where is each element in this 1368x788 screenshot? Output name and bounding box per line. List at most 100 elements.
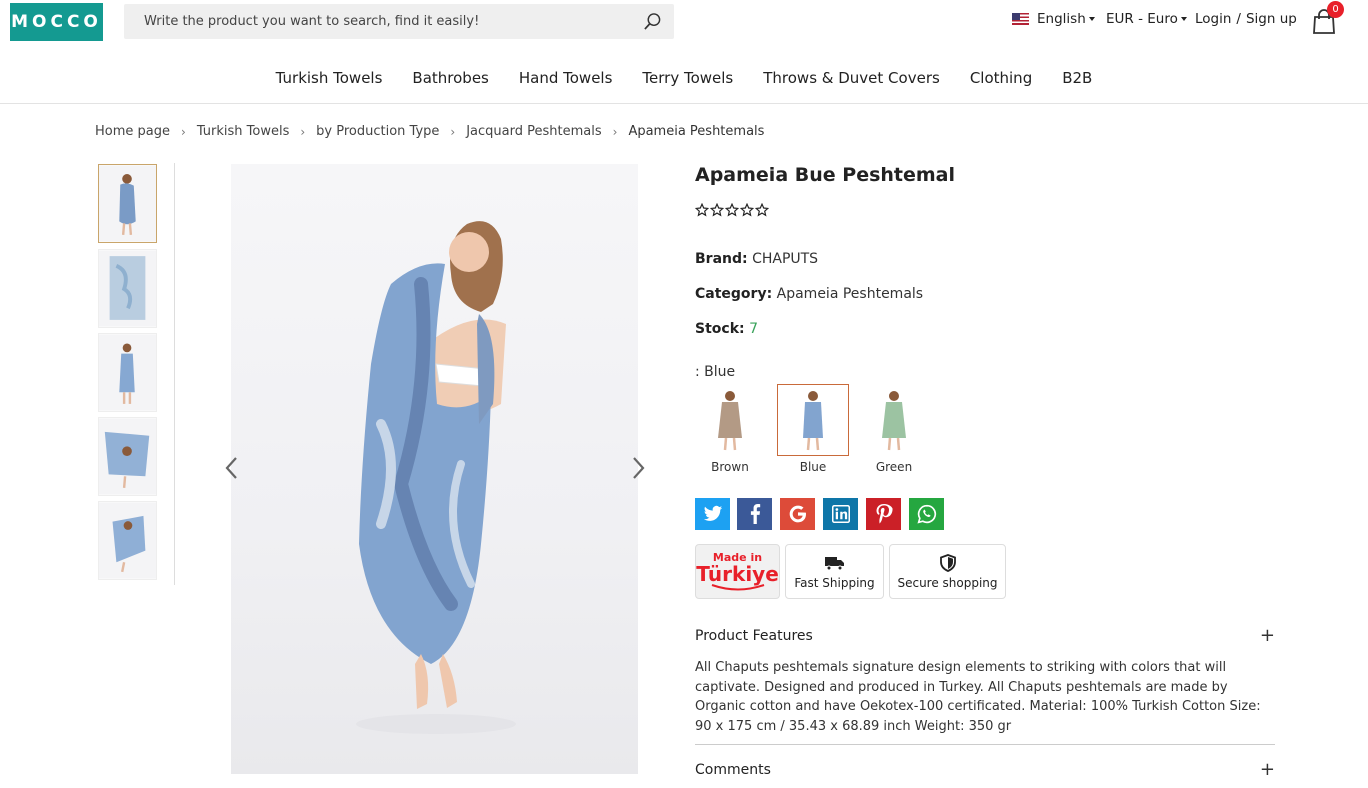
prev-image-button[interactable] <box>222 455 240 481</box>
smile-swoosh-icon <box>711 584 764 591</box>
green-variant-image <box>882 391 906 451</box>
plus-icon[interactable]: + <box>1260 761 1275 779</box>
color-option-green[interactable]: Green <box>858 384 930 474</box>
thumbnail-rail <box>97 163 175 585</box>
product-features-header[interactable]: Product Features + <box>695 627 1275 645</box>
main-product-image[interactable] <box>231 164 638 774</box>
search-bar <box>124 4 674 39</box>
product-photo <box>356 221 516 734</box>
brand-value[interactable]: CHAPUTS <box>752 251 818 267</box>
breadcrumb-production-type[interactable]: by Production Type <box>316 124 439 139</box>
whatsapp-icon <box>916 504 936 524</box>
brand-label: Brand: <box>695 251 748 267</box>
chevron-left-icon <box>225 457 237 479</box>
star-icon[interactable] <box>710 203 724 217</box>
main-nav: Turkish Towels Bathrobes Hand Towels Ter… <box>0 60 1368 104</box>
chevron-right-icon: › <box>612 124 618 139</box>
color-option-brown[interactable]: Brown <box>694 384 766 474</box>
pinterest-icon <box>876 504 893 524</box>
product-features-section: Product Features + All Chaputs peshtemal… <box>695 627 1275 746</box>
thumbnail-2[interactable] <box>98 249 157 328</box>
truck-icon <box>824 557 844 571</box>
nav-item-terry-towels[interactable]: Terry Towels <box>627 60 748 96</box>
nav-item-hand-towels[interactable]: Hand Towels <box>504 60 628 96</box>
share-pinterest-button[interactable] <box>866 498 901 530</box>
turkiye-text: Türkiye <box>696 562 779 586</box>
product-title: Apameia Bue Peshtemal <box>695 164 956 186</box>
comments-title: Comments <box>695 762 771 778</box>
category-row: Category: Apameia Peshtemals <box>695 286 923 302</box>
auth-links: Login / Sign up <box>1195 11 1297 27</box>
nav-item-turkish-towels[interactable]: Turkish Towels <box>261 60 398 96</box>
star-icon[interactable] <box>695 203 709 217</box>
breadcrumb: Home page › Turkish Towels › by Producti… <box>95 124 764 139</box>
star-icon[interactable] <box>755 203 769 217</box>
brown-variant-image <box>718 391 742 451</box>
breadcrumb-home[interactable]: Home page <box>95 124 170 139</box>
chevron-right-icon <box>633 457 645 479</box>
star-icon[interactable] <box>740 203 754 217</box>
fast-shipping-badge: Fast Shipping <box>785 544 884 599</box>
color-option-label: Blue <box>799 460 827 474</box>
color-option-label: Brown <box>711 460 749 474</box>
facebook-icon <box>750 504 760 524</box>
color-option-blue[interactable]: Blue <box>777 384 849 474</box>
twitter-icon <box>703 505 722 521</box>
breadcrumb-current: Apameia Peshtemals <box>628 124 765 139</box>
category-value[interactable]: Apameia Peshtemals <box>777 286 923 302</box>
share-twitter-button[interactable] <box>695 498 730 530</box>
share-whatsapp-button[interactable] <box>909 498 944 530</box>
category-label: Category: <box>695 286 773 302</box>
stock-value: 7 <box>749 321 758 337</box>
color-option-label: Green <box>875 460 913 474</box>
chevron-right-icon: › <box>300 124 306 139</box>
made-in-turkiye-badge: Made in Türkiye <box>695 544 780 599</box>
thumbnail-4[interactable] <box>98 417 157 496</box>
product-features-title: Product Features <box>695 628 813 644</box>
language-selector[interactable]: English <box>1012 11 1095 27</box>
shield-icon <box>939 554 956 572</box>
site-logo[interactable]: MOCCO <box>10 3 103 41</box>
chevron-down-icon <box>1088 17 1095 21</box>
chevron-right-icon: › <box>181 124 186 139</box>
comments-header[interactable]: Comments + <box>695 761 1275 779</box>
breadcrumb-jacquard[interactable]: Jacquard Peshtemals <box>466 124 601 139</box>
next-image-button[interactable] <box>630 455 648 481</box>
secure-shopping-badge: Secure shopping <box>889 544 1006 599</box>
nav-item-bathrobes[interactable]: Bathrobes <box>397 60 503 96</box>
search-input[interactable] <box>144 14 642 29</box>
brand-row: Brand: CHAPUTS <box>695 251 818 267</box>
share-linkedin-button[interactable] <box>823 498 858 530</box>
thumbnail-1[interactable] <box>98 164 157 243</box>
search-icon[interactable] <box>642 12 662 32</box>
auth-separator: / <box>1236 11 1241 27</box>
cart-count-badge: 0 <box>1327 1 1344 18</box>
secure-shopping-label: Secure shopping <box>897 576 998 590</box>
nav-item-throws-duvet[interactable]: Throws & Duvet Covers <box>748 60 955 96</box>
comments-section: Comments + <box>695 761 1275 779</box>
breadcrumb-turkish-towels[interactable]: Turkish Towels <box>197 124 290 139</box>
us-flag-icon <box>1012 13 1029 25</box>
selected-color-label: : Blue <box>695 364 736 380</box>
thumbnail-5[interactable] <box>98 501 157 580</box>
stock-row: Stock: 7 <box>695 321 758 337</box>
login-link[interactable]: Login <box>1195 11 1231 27</box>
stock-label: Stock: <box>695 321 745 337</box>
chevron-down-icon <box>1180 17 1187 21</box>
currency-selector[interactable]: EUR - Euro <box>1106 11 1187 27</box>
star-icon[interactable] <box>725 203 739 217</box>
nav-item-clothing[interactable]: Clothing <box>955 60 1047 96</box>
rating-stars[interactable] <box>695 203 769 217</box>
blue-variant-image <box>803 391 823 451</box>
signup-link[interactable]: Sign up <box>1246 11 1297 27</box>
nav-item-b2b[interactable]: B2B <box>1047 60 1107 96</box>
chevron-right-icon: › <box>450 124 456 139</box>
product-features-text: All Chaputs peshtemals signature design … <box>695 658 1275 746</box>
share-google-button[interactable] <box>780 498 815 530</box>
share-facebook-button[interactable] <box>737 498 772 530</box>
language-label: English <box>1037 11 1086 27</box>
linkedin-icon <box>831 505 850 523</box>
plus-icon[interactable]: + <box>1260 627 1275 645</box>
currency-label: EUR - Euro <box>1106 11 1178 27</box>
thumbnail-3[interactable] <box>98 333 157 412</box>
